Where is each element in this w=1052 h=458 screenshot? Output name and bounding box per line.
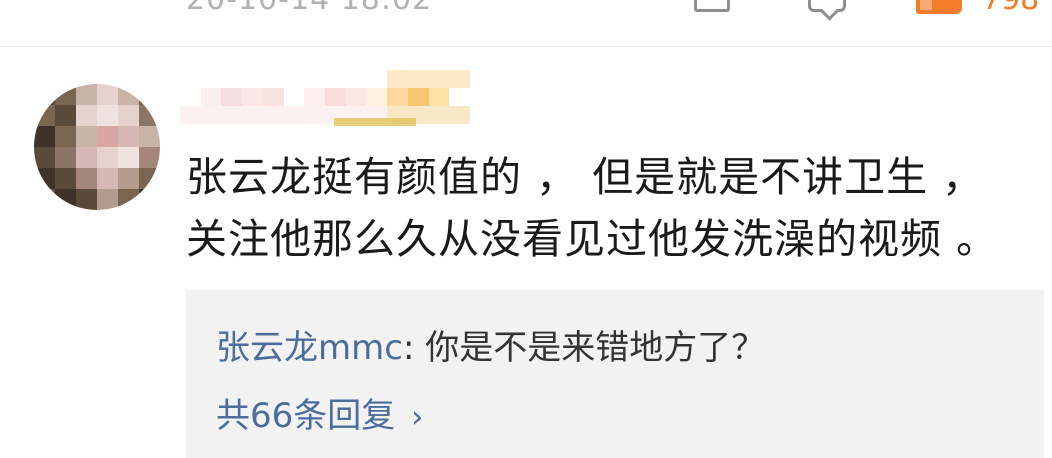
avatar-pixel xyxy=(118,168,139,189)
timestamp: 20-10-14 18:02 xyxy=(186,0,432,17)
reply-preview-box[interactable]: 张云龙mmc: 你是不是来错地方了？ 共66条回复 › xyxy=(186,290,1044,458)
username-pixel xyxy=(283,70,305,88)
username-pixel xyxy=(304,70,325,88)
avatar-pixel xyxy=(76,147,97,168)
username-pixel xyxy=(304,106,325,124)
avatar-pixel xyxy=(76,168,97,189)
avatar-pixel xyxy=(118,84,139,105)
username-pixel xyxy=(262,88,284,106)
username-pixel xyxy=(200,88,222,106)
previous-item-action-bar: 20-10-14 18:02 798 xyxy=(0,0,1052,47)
avatar-pixel xyxy=(55,105,76,126)
avatar-pixel xyxy=(97,105,118,126)
username-pixel xyxy=(387,88,408,106)
username-pixel xyxy=(407,88,429,106)
avatar-pixel xyxy=(55,84,76,105)
username-pixel xyxy=(366,88,388,106)
username-pixel xyxy=(366,70,388,88)
avatar-pixel xyxy=(55,147,76,168)
comment-icon[interactable] xyxy=(808,0,846,12)
avatar-pixel xyxy=(139,126,160,147)
username-pixel xyxy=(428,88,450,106)
username-pixel xyxy=(283,106,305,124)
username-pixel xyxy=(262,106,284,124)
avatar-pixel xyxy=(55,189,76,210)
comment-text-line: 关注他那么久从没看见过他发洗澡的视频 。 xyxy=(186,215,999,263)
avatar-pixel xyxy=(34,105,55,126)
like-icon[interactable] xyxy=(916,0,962,14)
avatar-pixel xyxy=(76,105,97,126)
avatar-pixel xyxy=(118,126,139,147)
avatar[interactable] xyxy=(34,84,160,210)
avatar-pixel xyxy=(118,189,139,210)
avatar-pixel xyxy=(34,168,55,189)
username-pixel xyxy=(324,88,346,106)
avatar-pixel xyxy=(118,105,139,126)
avatar-pixel xyxy=(34,189,55,210)
avatar-pixel xyxy=(55,126,76,147)
reply-text: 你是不是来错地方了？ xyxy=(425,328,766,368)
avatar-pixel xyxy=(139,105,160,126)
username-pixel xyxy=(428,70,450,88)
username-pixel xyxy=(242,106,263,124)
user-badge-blurred xyxy=(334,118,416,126)
avatar-pixel xyxy=(97,84,118,105)
reply-preview: 张云龙mmc: 你是不是来错地方了？ xyxy=(216,320,765,369)
avatar-pixel xyxy=(34,126,55,147)
username-blurred[interactable] xyxy=(180,70,470,124)
avatar-pixel xyxy=(97,189,118,210)
like-count[interactable]: 798 xyxy=(982,0,1039,17)
username-pixel xyxy=(180,88,201,106)
comment-page: 20-10-14 18:02 798 张云龙挺有颜值的 ， 但是就是不讲卫生 ，… xyxy=(0,0,1052,458)
username-pixel xyxy=(345,70,367,88)
username-pixel xyxy=(221,70,243,88)
reply-count-label[interactable]: 共66条回复 xyxy=(216,396,395,436)
username-pixel xyxy=(449,70,470,88)
username-pixel xyxy=(262,70,284,88)
avatar-pixel xyxy=(97,147,118,168)
username-pixel xyxy=(180,106,201,124)
username-pixel xyxy=(387,70,408,88)
username-pixel xyxy=(304,88,325,106)
reply-separator: : xyxy=(402,328,426,368)
avatar-pixel xyxy=(118,147,139,168)
avatar-pixel xyxy=(139,84,160,105)
avatar-pixel xyxy=(76,84,97,105)
avatar-pixel xyxy=(139,168,160,189)
comment-text-line: 张云龙挺有颜值的 ， 但是就是不讲卫生 ， xyxy=(186,153,985,201)
username-pixel xyxy=(221,106,243,124)
username-pixel xyxy=(345,88,367,106)
comment-text: 张云龙挺有颜值的 ， 但是就是不讲卫生 ， 关注他那么久从没看见过他发洗澡的视频… xyxy=(186,146,1036,270)
username-pixel xyxy=(324,70,346,88)
username-pixel xyxy=(428,106,450,124)
username-pixel xyxy=(242,70,263,88)
username-pixel xyxy=(200,70,222,88)
avatar-pixel xyxy=(97,168,118,189)
avatar-pixel xyxy=(55,168,76,189)
username-pixel xyxy=(407,70,429,88)
reply-author-link[interactable]: 张云龙mmc xyxy=(216,328,403,368)
username-pixel xyxy=(449,106,470,124)
username-pixel xyxy=(283,88,305,106)
username-pixel xyxy=(449,88,470,106)
view-replies-link[interactable]: 共66条回复 › xyxy=(216,388,423,437)
avatar-pixel xyxy=(139,189,160,210)
username-pixel xyxy=(180,70,201,88)
avatar-pixel xyxy=(34,84,55,105)
chevron-right-icon[interactable]: › xyxy=(411,400,423,435)
avatar-pixel xyxy=(34,147,55,168)
avatar-pixel xyxy=(97,126,118,147)
username-pixel xyxy=(221,88,243,106)
username-pixel xyxy=(200,106,222,124)
avatar-pixel xyxy=(76,126,97,147)
avatar-pixel xyxy=(139,147,160,168)
share-icon[interactable] xyxy=(694,0,730,12)
avatar-pixel xyxy=(76,189,97,210)
username-pixel xyxy=(242,88,263,106)
